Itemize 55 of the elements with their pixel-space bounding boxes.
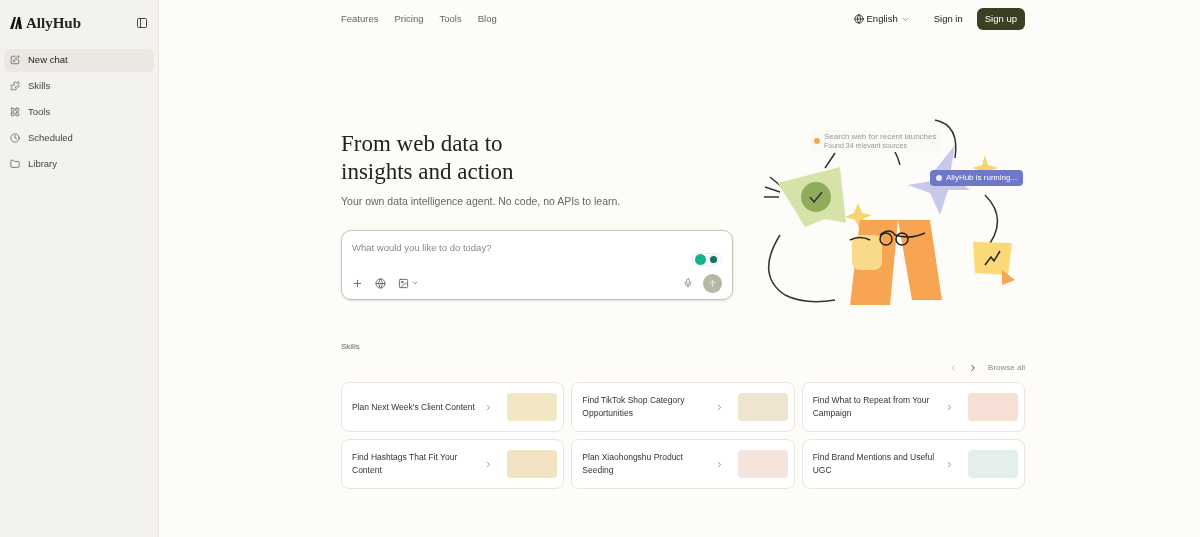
skill-card[interactable]: Find What to Repeat from Your Campaign [801, 382, 1025, 432]
prompt-box[interactable]: What would you like to do today? [341, 229, 733, 300]
chevron-right-icon [945, 402, 954, 412]
skill-title: Find TikTok Shop Category Opportunities [582, 394, 686, 420]
microphone-icon[interactable] [683, 278, 693, 289]
prompt-input[interactable]: What would you like to do today? [352, 240, 722, 255]
sign-in-button[interactable]: Sign in [929, 11, 967, 27]
skill-title: Plan Next Week's Client Content [352, 400, 476, 414]
thumbnail-placeholder [507, 450, 558, 478]
browse-all-link[interactable]: Browse all [988, 362, 1025, 374]
sign-up-button[interactable]: Sign up [976, 8, 1025, 30]
sidebar-item[interactable]: Library [4, 152, 154, 176]
plus-icon[interactable] [352, 277, 363, 289]
folder-icon [10, 159, 20, 169]
clock-icon [10, 133, 20, 143]
logo-icon [10, 17, 22, 30]
puzzle-icon [10, 81, 20, 91]
skill-title: Find Hashtags That Fit Your Content [352, 451, 459, 477]
skill-card[interactable]: Plan Xiaohongshu Product Seeding [571, 439, 795, 489]
grid-icon [10, 107, 20, 117]
nav-link[interactable]: Pricing [394, 11, 424, 27]
chevron-right-icon [945, 459, 954, 469]
logo-text: AllyHub [26, 14, 82, 33]
section-heading: Skills [341, 341, 361, 353]
thumbnail-placeholder [507, 393, 558, 421]
globe-icon [853, 14, 864, 24]
skill-card[interactable]: Find TikTok Shop Category Opportunities [571, 382, 795, 432]
thumbnail-placeholder [737, 450, 788, 478]
nav-link[interactable]: Features [341, 11, 379, 27]
skill-card[interactable]: Find Hashtags That Fit Your Content [341, 439, 565, 489]
nav-link[interactable]: Blog [477, 11, 497, 27]
status-text: AllyHub is running... [946, 172, 1018, 184]
thumbnail-placeholder [968, 450, 1018, 478]
thumbnail-placeholder [737, 393, 788, 421]
skill-title: Find Brand Mentions and Useful UGC [812, 451, 936, 477]
skill-card[interactable]: Find Brand Mentions and Useful UGC [801, 439, 1025, 489]
search-status-title: Search web for recent launches [824, 132, 937, 141]
language-selector[interactable]: English [853, 11, 910, 27]
hero-subtitle: Your own data intelligence agent. No code, no APIs to learn. [341, 194, 622, 209]
sidebar-item[interactable]: Skills [4, 74, 154, 98]
sidebar-item[interactable]: Tools [4, 100, 154, 124]
sidebar-toggle-icon[interactable] [136, 17, 148, 30]
skill-title: Plan Xiaohongshu Product Seeding [582, 451, 684, 477]
image-icon[interactable] [398, 277, 409, 289]
thumbnail-placeholder [968, 393, 1018, 421]
sidebar-item[interactable]: New chat [4, 48, 154, 72]
new-chat-icon [10, 55, 20, 65]
globe-icon[interactable] [375, 277, 386, 289]
skill-title: Find What to Repeat from Your Campaign [812, 394, 931, 420]
hero-title: insights and action [341, 158, 515, 186]
hero-title: From web data to [341, 130, 504, 158]
sidebar-item[interactable]: Scheduled [4, 126, 154, 150]
arrow-up-icon [708, 278, 717, 288]
nav-link[interactable]: Tools [439, 11, 462, 27]
skill-card[interactable]: Plan Next Week's Client Content [341, 382, 565, 432]
